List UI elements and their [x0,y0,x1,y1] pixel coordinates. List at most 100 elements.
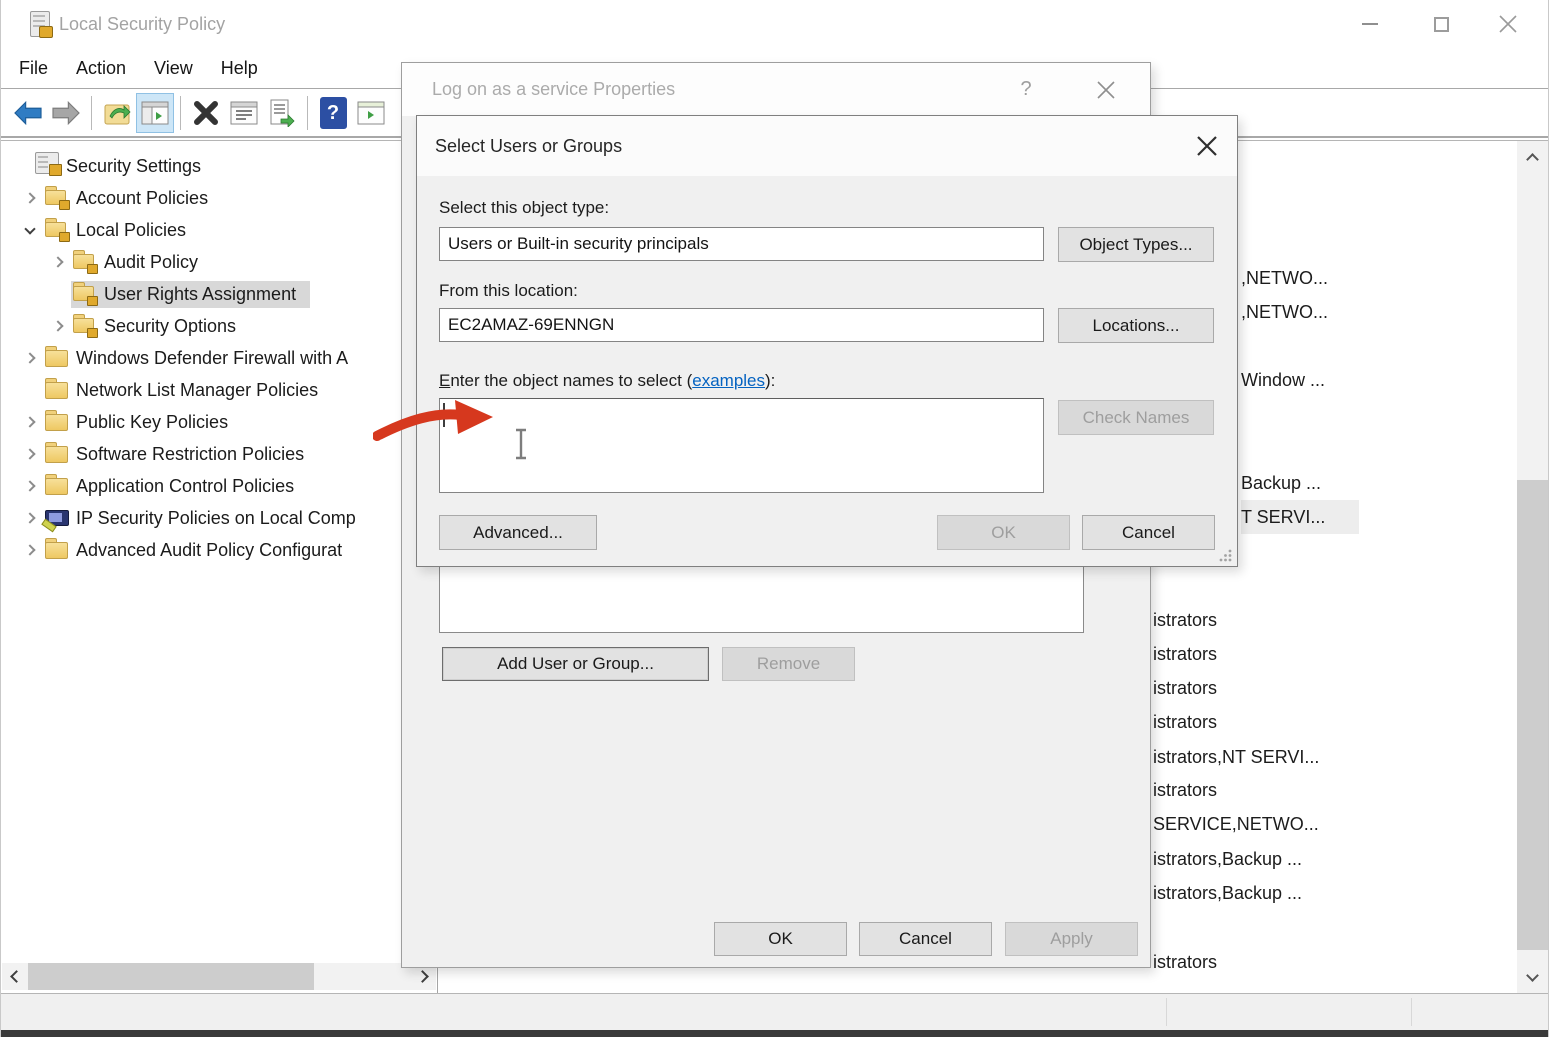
tree-item-security-options[interactable]: Security Options [1,310,437,342]
vertical-scrollbar-thumb[interactable] [1517,480,1548,950]
advanced-button[interactable]: Advanced... [439,515,597,550]
list-item[interactable]: istrators,Backup ... [1153,876,1302,910]
tree-item-label: Application Control Policies [76,476,294,497]
chevron-right-icon[interactable] [17,514,43,522]
object-type-field[interactable]: Users or Built-in security principals [439,227,1044,261]
chevron-right-icon[interactable] [17,482,43,490]
close-icon [1096,80,1116,100]
vertical-scrollbar[interactable] [1517,141,1548,993]
menu-item-action[interactable]: Action [62,48,140,88]
location-label: From this location: [439,281,578,301]
menu-item-file[interactable]: File [5,48,62,88]
app-icon [30,11,50,37]
apply-button[interactable]: Apply [1005,922,1138,956]
tree-item-application-control-policies[interactable]: Application Control Policies [1,470,437,502]
taskbar-strip [1,1030,1548,1037]
tree-item-label: Local Policies [76,220,186,241]
chevron-right-icon[interactable] [45,322,71,330]
export-button[interactable] [98,93,136,133]
tree-item-label: IP Security Policies on Local Comp [76,508,356,529]
locations-button[interactable]: Locations... [1058,308,1214,343]
folder-lock-icon [73,285,97,303]
folder-icon [45,381,69,399]
chevron-right-icon[interactable] [17,194,43,202]
text-cursor-icon [513,428,529,460]
horizontal-scrollbar-thumb[interactable] [28,963,314,990]
remove-button[interactable]: Remove [722,647,855,681]
tree-item-advanced-audit-policy-configurat[interactable]: Advanced Audit Policy Configurat [1,534,437,566]
cancel-button[interactable]: Cancel [859,922,992,956]
add-user-or-group-button[interactable]: Add User or Group... [442,647,709,681]
ok-button[interactable]: OK [937,515,1070,550]
list-item[interactable]: istrators,Backup ... [1153,842,1302,876]
scroll-left-arrow[interactable] [2,963,26,990]
chevron-down-icon [1526,969,1539,982]
toolbar-separator [307,96,308,130]
dialog-help-button[interactable]: ? [1004,63,1048,116]
dialog-close-button[interactable] [1185,116,1229,176]
list-item[interactable]: SERVICE,NETWO... [1153,807,1319,841]
list-item[interactable]: istrators [1153,637,1217,671]
chevron-right-icon[interactable] [17,418,43,426]
list-item[interactable]: istrators [1153,603,1217,637]
list-item[interactable]: istrators [1153,773,1217,807]
delete-button[interactable] [187,93,225,133]
list-item[interactable]: Window ... [1241,363,1325,397]
chevron-right-icon[interactable] [17,354,43,362]
list-item[interactable]: istrators [1153,671,1217,705]
new-window-button[interactable] [352,93,390,133]
help-icon: ? [320,97,347,129]
minimize-button[interactable] [1338,0,1402,48]
export-list-button[interactable] [263,93,301,133]
tree-item-local-policies[interactable]: Local Policies [1,214,437,246]
list-item[interactable]: ,NETWO... [1241,261,1328,295]
help-button[interactable]: ? [314,93,352,133]
chevron-right-icon[interactable] [45,258,71,266]
menu-item-help[interactable]: Help [207,48,272,88]
dialog-titlebar: Log on as a service Properties ? [402,63,1150,116]
check-names-button[interactable]: Check Names [1058,400,1214,435]
tree-item-user-rights-assignment[interactable]: User Rights Assignment [1,278,437,310]
chevron-right-icon[interactable] [17,546,43,554]
console-tree-button[interactable] [136,93,174,133]
forward-button[interactable] [47,93,85,133]
tree-item-account-policies[interactable]: Account Policies [1,182,437,214]
scroll-down-arrow[interactable] [1517,963,1548,991]
ok-button[interactable]: OK [714,922,847,956]
export-list-icon [269,99,295,127]
close-button[interactable] [1476,0,1540,48]
object-types-button[interactable]: Object Types... [1058,227,1214,262]
forward-icon [51,100,81,126]
statusbar-divider [1166,998,1167,1026]
list-item[interactable]: istrators [1153,705,1217,739]
list-item[interactable]: istrators,NT SERVI... [1153,740,1319,774]
horizontal-scrollbar[interactable] [2,963,436,990]
location-field[interactable]: EC2AMAZ-69ENNGN [439,308,1044,342]
list-item[interactable]: ,NETWO... [1241,295,1328,329]
tree-item-ip-security-policies-on-local-comp[interactable]: IP Security Policies on Local Comp [1,502,437,534]
tree-item-windows-defender-firewall-with-a[interactable]: Windows Defender Firewall with A [1,342,437,374]
list-item[interactable]: istrators [1153,945,1217,979]
resize-grip[interactable] [1219,548,1233,562]
tree-item-software-restriction-policies[interactable]: Software Restriction Policies [1,438,437,470]
object-names-input[interactable] [439,398,1044,493]
tree-item-security-settings[interactable]: Security Settings [1,150,437,182]
cancel-button[interactable]: Cancel [1082,515,1215,550]
menu-item-view[interactable]: View [140,48,207,88]
chevron-right-icon[interactable] [17,450,43,458]
examples-link[interactable]: examples [692,371,765,390]
tree-item-audit-policy[interactable]: Audit Policy [1,246,437,278]
scroll-up-arrow[interactable] [1517,143,1548,171]
folder-lock-icon [73,253,97,271]
maximize-button[interactable] [1409,0,1473,48]
back-button[interactable] [9,93,47,133]
tree-item-public-key-policies[interactable]: Public Key Policies [1,406,437,438]
properties-button[interactable] [225,93,263,133]
chevron-down-icon[interactable] [17,228,43,233]
dialog-close-button[interactable] [1084,63,1128,116]
tree-item-network-list-manager-policies[interactable]: Network List Manager Policies [1,374,437,406]
list-item[interactable]: Backup ... [1241,466,1321,500]
window-title: Local Security Policy [59,0,225,48]
chevron-right-icon [416,970,429,983]
list-item[interactable]: T SERVI... [1241,500,1359,534]
